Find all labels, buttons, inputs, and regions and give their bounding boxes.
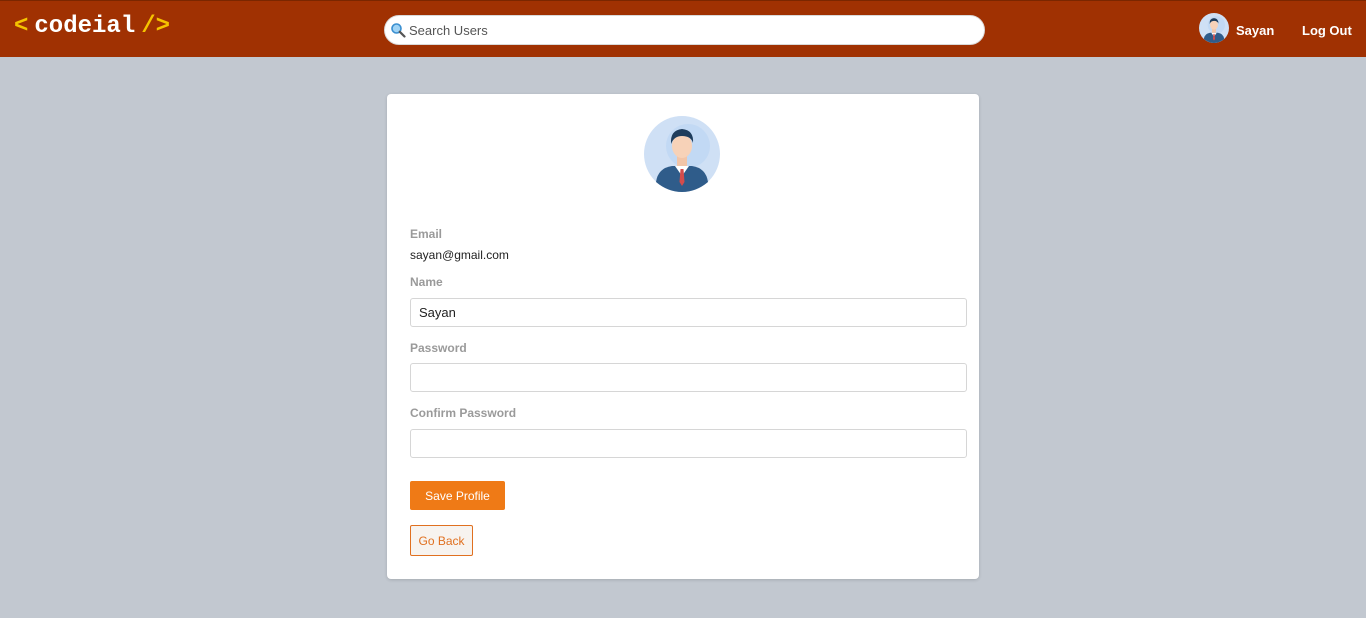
user-avatar-icon[interactable] (1199, 13, 1229, 43)
email-label: Email (410, 227, 443, 241)
save-profile-button[interactable]: Save Profile (410, 481, 505, 510)
navbar: <codeial/> Sayan Log Out (0, 0, 1366, 57)
logo[interactable]: < codeial/> (14, 13, 170, 40)
magnifier-icon (391, 23, 406, 38)
name-label: Name (410, 275, 443, 289)
logo-name: codeial (34, 13, 136, 40)
logout-link[interactable]: Log Out (1302, 23, 1352, 38)
go-back-button[interactable]: Go Back (410, 525, 473, 556)
confirm-password-label: Confirm Password (410, 406, 517, 420)
password-label: Password (410, 341, 467, 355)
search-input[interactable] (409, 16, 969, 44)
user-avatar-icon (644, 116, 720, 192)
password-field[interactable] (410, 363, 967, 392)
nav-username[interactable]: Sayan (1236, 23, 1274, 38)
email-value: sayan@gmail.com (410, 248, 509, 262)
logo-open-bracket: < (14, 13, 29, 40)
name-field[interactable] (410, 298, 967, 327)
profile-card: Email sayan@gmail.com Name Password Conf… (387, 94, 979, 579)
logo-close-bracket: /> (141, 13, 171, 40)
confirm-password-field[interactable] (410, 429, 967, 458)
search-bar[interactable] (384, 15, 985, 45)
